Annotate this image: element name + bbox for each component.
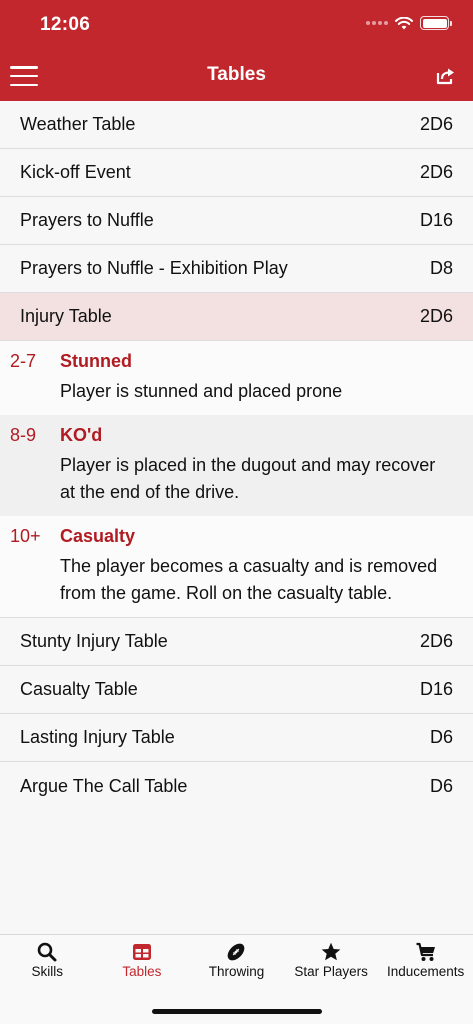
signal-icon bbox=[366, 21, 388, 25]
injury-entry-stunned: 2-7 Stunned Player is stunned and placed… bbox=[0, 341, 473, 415]
navigation-header: 12:06 Tables bbox=[0, 0, 473, 101]
table-row-prayers-exhibition[interactable]: Prayers to Nuffle - Exhibition Play D8 bbox=[0, 245, 473, 293]
result-description: The player becomes a casualty and is rem… bbox=[60, 556, 438, 603]
tab-throwing[interactable]: Throwing bbox=[189, 935, 284, 991]
dice-label: D6 bbox=[429, 775, 453, 796]
dice-label: 2D6 bbox=[419, 162, 453, 182]
result-description: Player is stunned and placed prone bbox=[60, 381, 343, 401]
table-name: Prayers to Nuffle - Exhibition Play bbox=[20, 258, 288, 278]
tab-label: Star Players bbox=[294, 964, 368, 979]
injury-table-detail: 2-7 Stunned Player is stunned and placed… bbox=[0, 341, 473, 618]
table-row-weather[interactable]: Weather Table 2D6 bbox=[0, 101, 473, 149]
result-name: Casualty bbox=[60, 526, 136, 546]
roll-range: 8-9 bbox=[10, 425, 37, 445]
cart-icon bbox=[416, 942, 435, 961]
dice-label: D16 bbox=[419, 679, 453, 699]
result-name: Stunned bbox=[60, 351, 132, 371]
result-name: KO'd bbox=[60, 425, 103, 445]
wifi-icon bbox=[395, 16, 413, 29]
dice-label: 2D6 bbox=[419, 631, 453, 651]
tables-list: Weather Table 2D6 Kick-off Event 2D6 Pra… bbox=[0, 101, 473, 810]
dice-label: D6 bbox=[429, 727, 453, 747]
roll-range: 2-7 bbox=[10, 351, 37, 371]
share-icon[interactable] bbox=[435, 66, 457, 86]
tab-label: Skills bbox=[31, 964, 64, 979]
tab-inducements[interactable]: Inducements bbox=[378, 935, 473, 991]
table-row-prayers[interactable]: Prayers to Nuffle D16 bbox=[0, 197, 473, 245]
table-row-stunty-injury[interactable]: Stunty Injury Table 2D6 bbox=[0, 618, 473, 666]
injury-entry-kod: 8-9 KO'd Player is placed in the dugout … bbox=[0, 415, 473, 516]
star-icon bbox=[321, 942, 341, 961]
dice-label: D16 bbox=[419, 210, 453, 230]
table-row-argue-the-call[interactable]: Argue The Call Table D6 bbox=[0, 762, 473, 810]
table-name: Injury Table bbox=[20, 306, 112, 326]
tab-tables[interactable]: Tables bbox=[95, 935, 190, 991]
football-icon bbox=[228, 943, 245, 961]
table-name: Kick-off Event bbox=[20, 162, 131, 182]
tab-star-players[interactable]: Star Players bbox=[284, 935, 379, 991]
status-time: 12:06 bbox=[40, 14, 91, 35]
dice-label: 2D6 bbox=[419, 306, 453, 326]
tab-label: Inducements bbox=[387, 964, 465, 979]
tab-label: Tables bbox=[122, 964, 162, 979]
home-indicator bbox=[152, 1009, 322, 1014]
table-name: Weather Table bbox=[20, 114, 136, 134]
table-name: Argue The Call Table bbox=[20, 775, 188, 796]
status-indicators bbox=[366, 16, 452, 30]
table-name: Casualty Table bbox=[20, 679, 138, 699]
table-icon bbox=[132, 944, 151, 960]
table-name: Stunty Injury Table bbox=[20, 631, 168, 651]
result-description: Player is placed in the dugout and may r… bbox=[60, 455, 436, 502]
tab-skills[interactable]: Skills bbox=[0, 935, 95, 991]
roll-range: 10+ bbox=[10, 526, 41, 546]
table-name: Lasting Injury Table bbox=[20, 727, 175, 747]
table-row-injury[interactable]: Injury Table 2D6 bbox=[0, 293, 473, 341]
table-row-lasting-injury[interactable]: Lasting Injury Table D6 bbox=[0, 714, 473, 762]
injury-entry-casualty: 10+ Casualty The player becomes a casual… bbox=[0, 516, 473, 617]
page-title: Tables bbox=[207, 64, 266, 85]
tab-bar: Skills Tables Throwing Star Players Indu… bbox=[0, 934, 473, 1024]
battery-icon bbox=[420, 16, 452, 30]
tab-label: Throwing bbox=[208, 964, 265, 979]
dice-label: D8 bbox=[429, 258, 453, 278]
table-row-kick-off[interactable]: Kick-off Event 2D6 bbox=[0, 149, 473, 197]
table-row-casualty[interactable]: Casualty Table D16 bbox=[0, 666, 473, 714]
search-icon bbox=[37, 942, 57, 962]
table-name: Prayers to Nuffle bbox=[20, 210, 154, 230]
dice-label: 2D6 bbox=[419, 114, 453, 134]
